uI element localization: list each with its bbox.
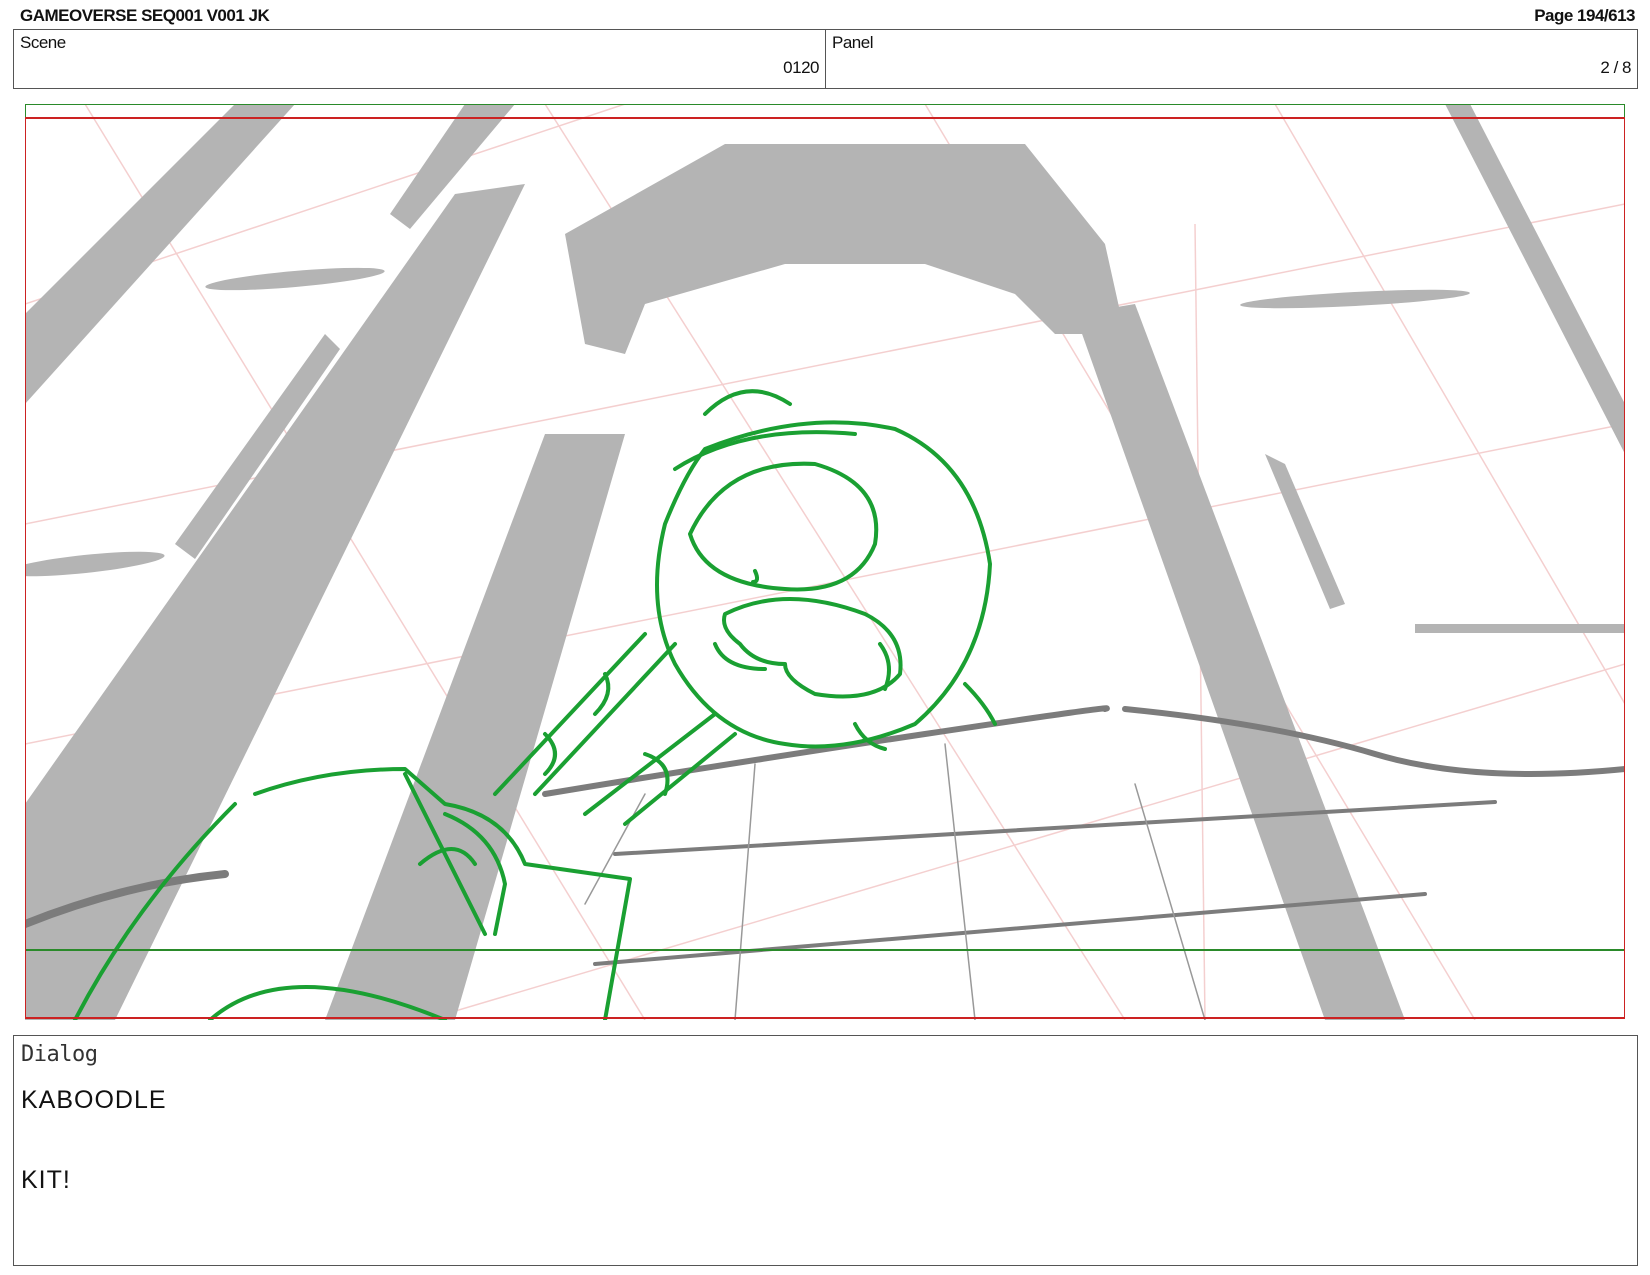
background-sketch	[25, 104, 1625, 1020]
document-title: GAMEOVERSE SEQ001 V001 JK	[20, 6, 270, 25]
dialog-line-1: KABOODLE	[21, 1086, 167, 1114]
scene-panel-info: Scene 0120 Panel 2 / 8	[13, 29, 1638, 89]
panel-cell: Panel 2 / 8	[826, 30, 1637, 88]
storyboard-frame	[25, 104, 1625, 1020]
storyboard-sketch	[25, 104, 1625, 1020]
page-number: Page 194/613	[1534, 6, 1635, 25]
dialog-line-2: KIT!	[21, 1166, 71, 1194]
dialog-label: Dialog	[21, 1042, 98, 1067]
panel-label: Panel	[832, 33, 873, 52]
scene-cell: Scene 0120	[14, 30, 826, 88]
scene-value: 0120	[783, 58, 819, 77]
panel-value: 2 / 8	[1600, 58, 1631, 77]
scene-label: Scene	[20, 33, 66, 52]
dialog-box: Dialog KABOODLE KIT!	[13, 1035, 1638, 1266]
